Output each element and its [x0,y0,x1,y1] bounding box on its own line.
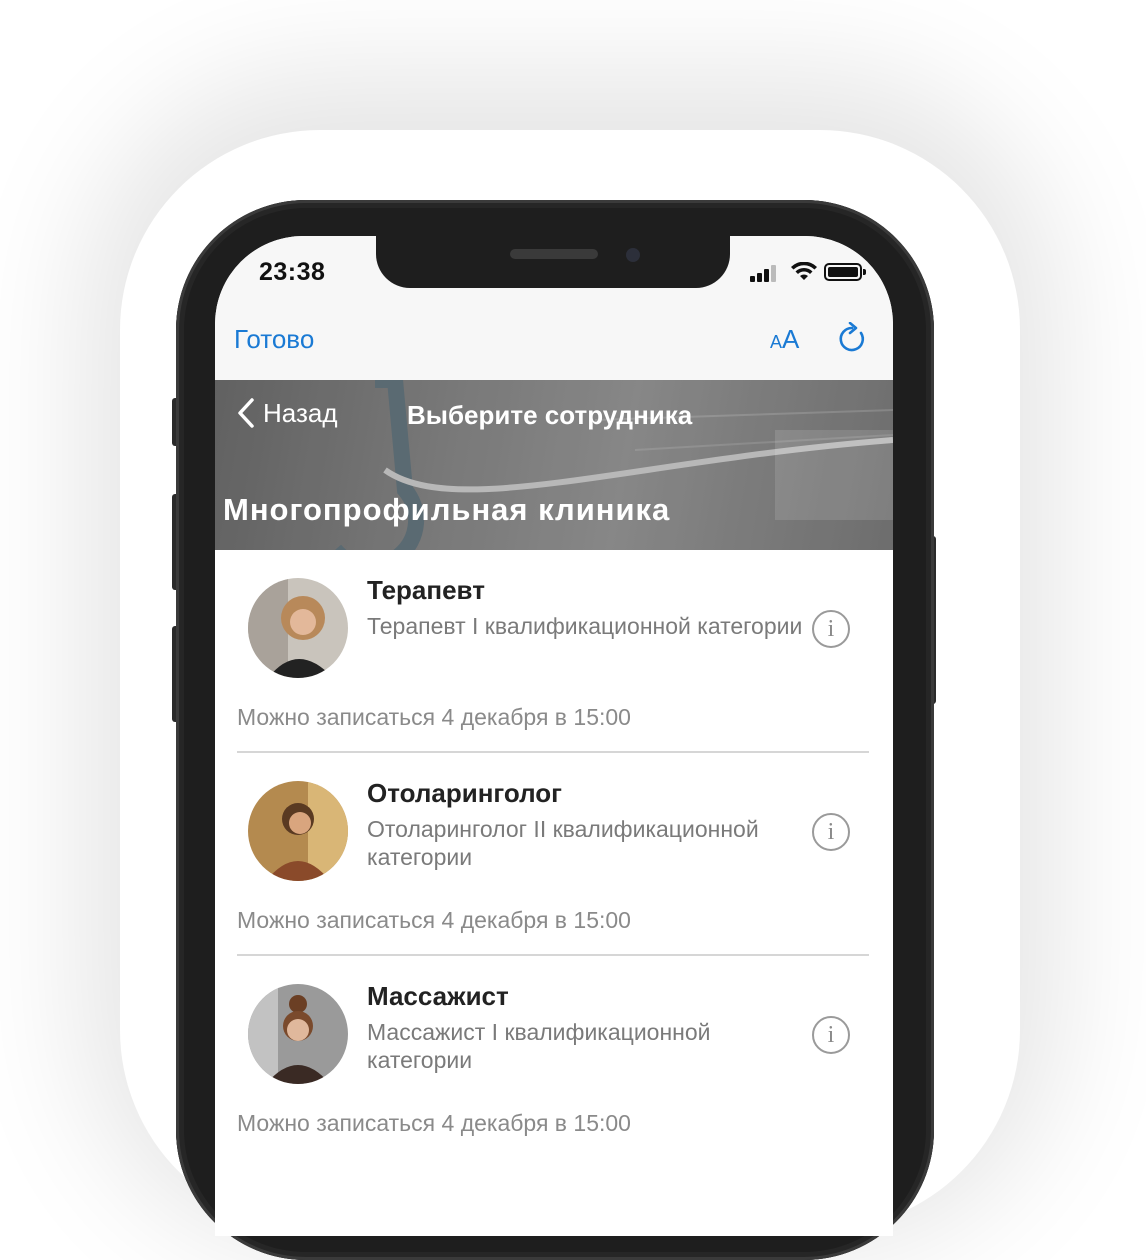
back-button[interactable]: Назад [235,396,338,430]
employee-role: Отоларинголог [367,778,562,808]
info-icon[interactable]: i [812,610,850,648]
employee-description: Массажист I квалификационной категории [367,1019,711,1073]
wifi-icon [791,262,817,280]
page-title: Выберите сотрудника [407,400,693,430]
availability-text: Можно записаться 4 декабря в 15:00 [237,1110,631,1136]
front-camera [626,248,640,262]
employee-list: Терапевт Терапевт I квалификационной кат… [215,550,893,1159]
speaker [510,249,598,259]
cellular-signal-icon [750,264,780,282]
employee-description: Терапевт I квалификационной категории [367,613,803,639]
battery-icon [824,263,866,281]
info-icon[interactable]: i [812,813,850,851]
employee-item[interactable]: Терапевт Терапевт I квалификационной кат… [215,550,893,753]
avatar [248,781,348,881]
availability-text: Можно записаться 4 декабря в 15:00 [237,907,631,933]
status-time: 23:38 [259,258,326,286]
notch [376,230,730,288]
text-size-big-glyph: A [782,324,800,354]
info-icon[interactable]: i [812,1016,850,1054]
reload-icon[interactable] [835,322,869,356]
clinic-banner: Назад Выберите сотрудника Многопрофильна… [215,380,893,550]
clinic-title: Многопрофильная клиника [223,492,671,527]
employee-item[interactable]: Отоларинголог Отоларинголог II квалифика… [215,753,893,956]
employee-description: Отоларинголог II квалификационной катего… [367,816,759,870]
employee-item[interactable]: Массажист Массажист I квалификационной к… [215,956,893,1159]
employee-role: Терапевт [367,575,485,605]
avatar [248,984,348,1084]
back-label: Назад [263,397,338,428]
availability-text: Можно записаться 4 декабря в 15:00 [237,704,631,730]
screen: 23:38 Готово AA Назад Выберите сотрудник… [215,236,893,1236]
text-size-small-glyph: A [770,332,783,352]
chevron-left-icon [238,398,254,428]
employee-role: Массажист [367,981,509,1011]
browser-toolbar: Готово AA [215,306,893,380]
avatar [248,578,348,678]
text-size-button[interactable]: AA [770,324,799,355]
done-button[interactable]: Готово [234,324,314,355]
